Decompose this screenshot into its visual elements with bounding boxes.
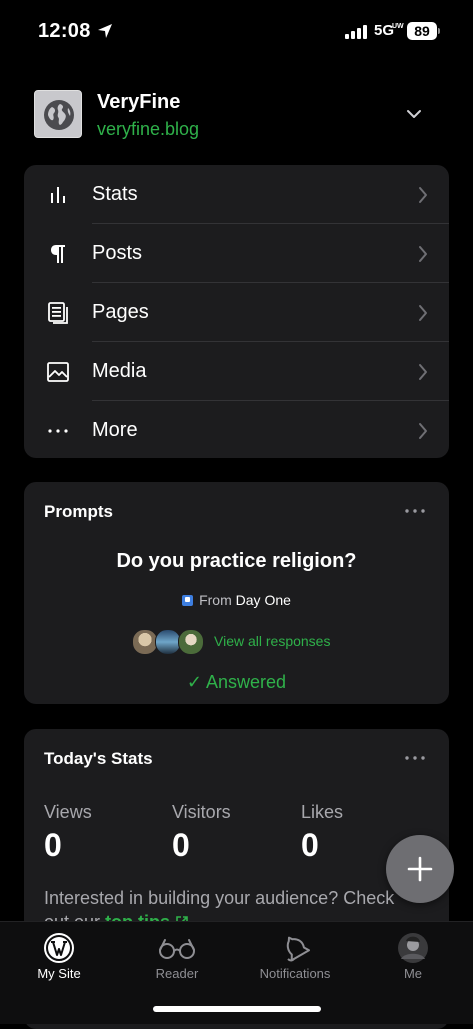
- site-icon: [34, 90, 82, 138]
- tab-my-site[interactable]: My Site: [0, 922, 118, 992]
- prompts-card: Prompts Do you practice religion? From D…: [24, 482, 449, 704]
- tab-me[interactable]: Me: [354, 922, 472, 992]
- create-button[interactable]: [386, 835, 454, 903]
- media-icon: [47, 362, 69, 382]
- battery-indicator: 89: [407, 22, 437, 40]
- more-icon: [48, 429, 68, 433]
- menu-item-media[interactable]: Media: [24, 342, 449, 400]
- views-value: 0: [44, 827, 62, 863]
- visitors-value: 0: [172, 827, 190, 863]
- tab-notifications[interactable]: Notifications: [236, 922, 354, 992]
- plus-icon: [407, 856, 433, 882]
- wordpress-icon: [44, 933, 74, 963]
- prompts-title: Prompts: [44, 502, 113, 521]
- chevron-right-icon: [419, 246, 427, 262]
- pilcrow-icon: [51, 245, 65, 263]
- avatar: [178, 629, 204, 655]
- cellular-signal-icon: [345, 25, 367, 39]
- tab-label: My Site: [37, 966, 81, 981]
- from-name: Day One: [235, 592, 291, 608]
- avatar: [398, 933, 428, 963]
- menu-item-stats[interactable]: Stats: [24, 165, 449, 223]
- menu-item-posts[interactable]: Posts: [24, 224, 449, 282]
- likes-label: Likes: [301, 802, 344, 822]
- menu-item-label: Media: [92, 360, 147, 382]
- site-url[interactable]: veryfine.blog: [97, 119, 199, 140]
- site-menu-card: Stats Posts Pages Media More: [24, 165, 449, 458]
- from-prefix: From: [199, 592, 232, 608]
- response-avatars[interactable]: [132, 629, 212, 655]
- bell-icon: [286, 936, 311, 962]
- view-all-responses-link[interactable]: View all responses: [214, 633, 330, 649]
- menu-item-label: Pages: [92, 301, 149, 323]
- menu-item-label: More: [92, 419, 138, 441]
- stats-title: Today's Stats: [44, 749, 153, 768]
- prompt-question: Do you practice religion?: [116, 550, 357, 572]
- location-arrow-icon: [98, 24, 112, 38]
- tab-reader[interactable]: Reader: [118, 922, 236, 992]
- tab-label: Reader: [155, 966, 199, 981]
- more-options-icon[interactable]: [404, 753, 426, 763]
- answered-status[interactable]: ✓ Answered: [24, 672, 449, 693]
- status-time: 12:08: [38, 20, 91, 42]
- pages-icon: [48, 302, 68, 324]
- status-bar: 12:08 5G UW 89: [0, 0, 473, 60]
- more-options-icon[interactable]: [404, 506, 426, 516]
- chevron-right-icon: [419, 187, 427, 203]
- chevron-right-icon: [419, 364, 427, 380]
- network-type: 5G: [374, 22, 395, 39]
- site-switcher[interactable]: VeryFine veryfine.blog: [0, 82, 473, 146]
- chevron-right-icon: [419, 423, 427, 439]
- stats-icon: [51, 187, 65, 203]
- menu-item-more[interactable]: More: [24, 401, 449, 459]
- site-name: VeryFine: [97, 91, 181, 113]
- views-label: Views: [44, 802, 92, 822]
- chevron-down-icon[interactable]: [404, 108, 424, 120]
- tab-label: Notifications: [259, 966, 331, 981]
- network-subtype: UW: [392, 23, 404, 30]
- visitors-label: Visitors: [172, 802, 231, 822]
- globe-icon: [44, 100, 74, 130]
- battery-nub: [438, 28, 440, 34]
- tab-label: Me: [403, 966, 423, 981]
- prompt-source: From Day One: [24, 592, 449, 608]
- home-indicator: [153, 1006, 321, 1012]
- menu-item-pages[interactable]: Pages: [24, 283, 449, 341]
- chevron-right-icon: [419, 305, 427, 321]
- menu-item-label: Posts: [92, 242, 143, 264]
- glasses-icon: [159, 939, 195, 959]
- day-one-icon: [182, 595, 194, 606]
- likes-value: 0: [301, 827, 319, 863]
- menu-item-label: Stats: [92, 183, 138, 205]
